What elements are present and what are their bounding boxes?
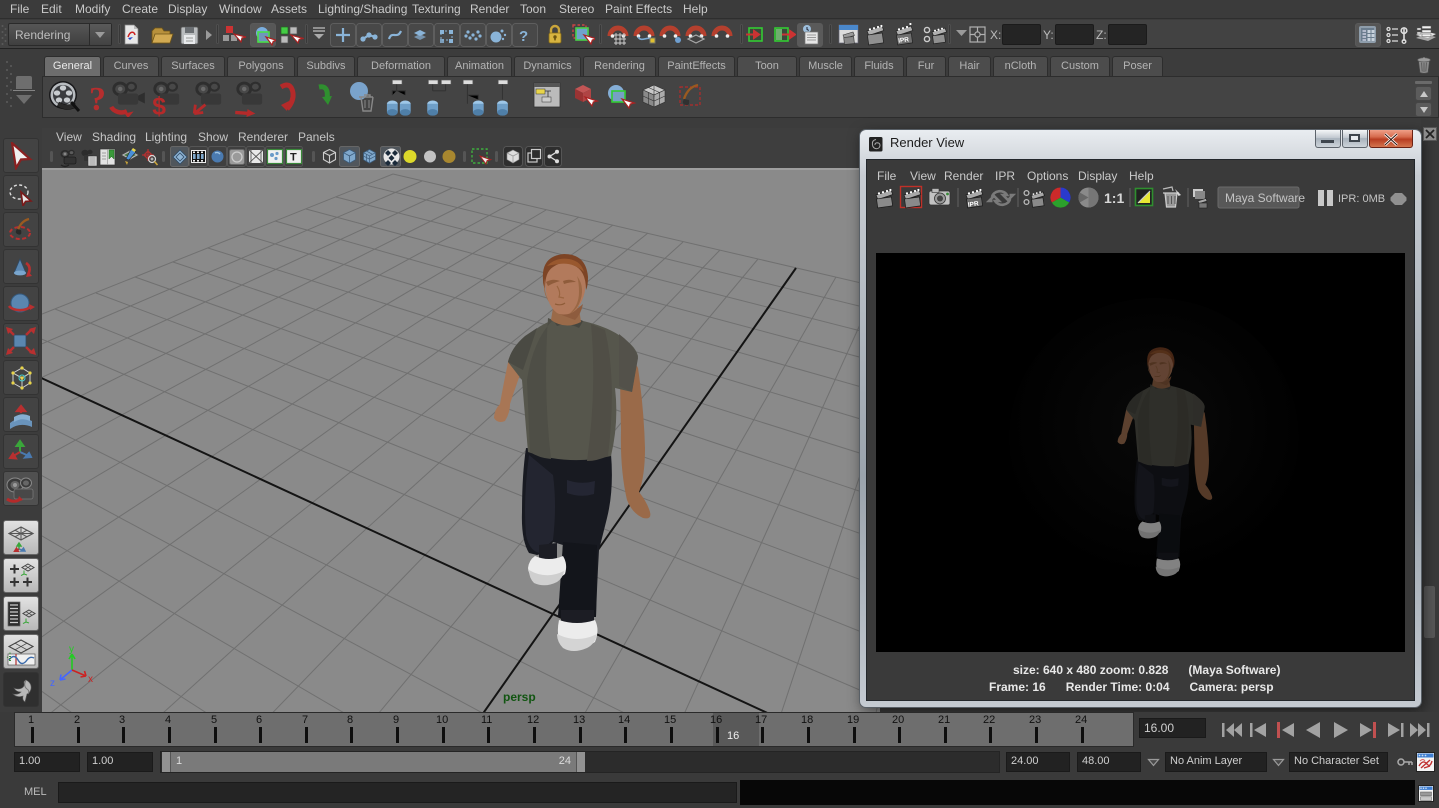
svg-text:IPR: 0MB: IPR: 0MB [1338, 193, 1385, 205]
svg-text:T: T [290, 152, 297, 164]
svg-text:y: y [69, 644, 74, 655]
svg-text:?: ? [89, 81, 106, 117]
svg-text:1:1: 1:1 [1104, 190, 1124, 206]
svg-text:Maya Software: Maya Software [1225, 191, 1305, 205]
svg-text:$: $ [152, 94, 166, 117]
svg-text:?: ? [519, 28, 528, 45]
svg-text:x: x [88, 674, 93, 685]
svg-text:z: z [50, 678, 55, 689]
svg-text:persp: persp [503, 690, 536, 704]
svg-text:IPR: IPR [967, 200, 979, 208]
